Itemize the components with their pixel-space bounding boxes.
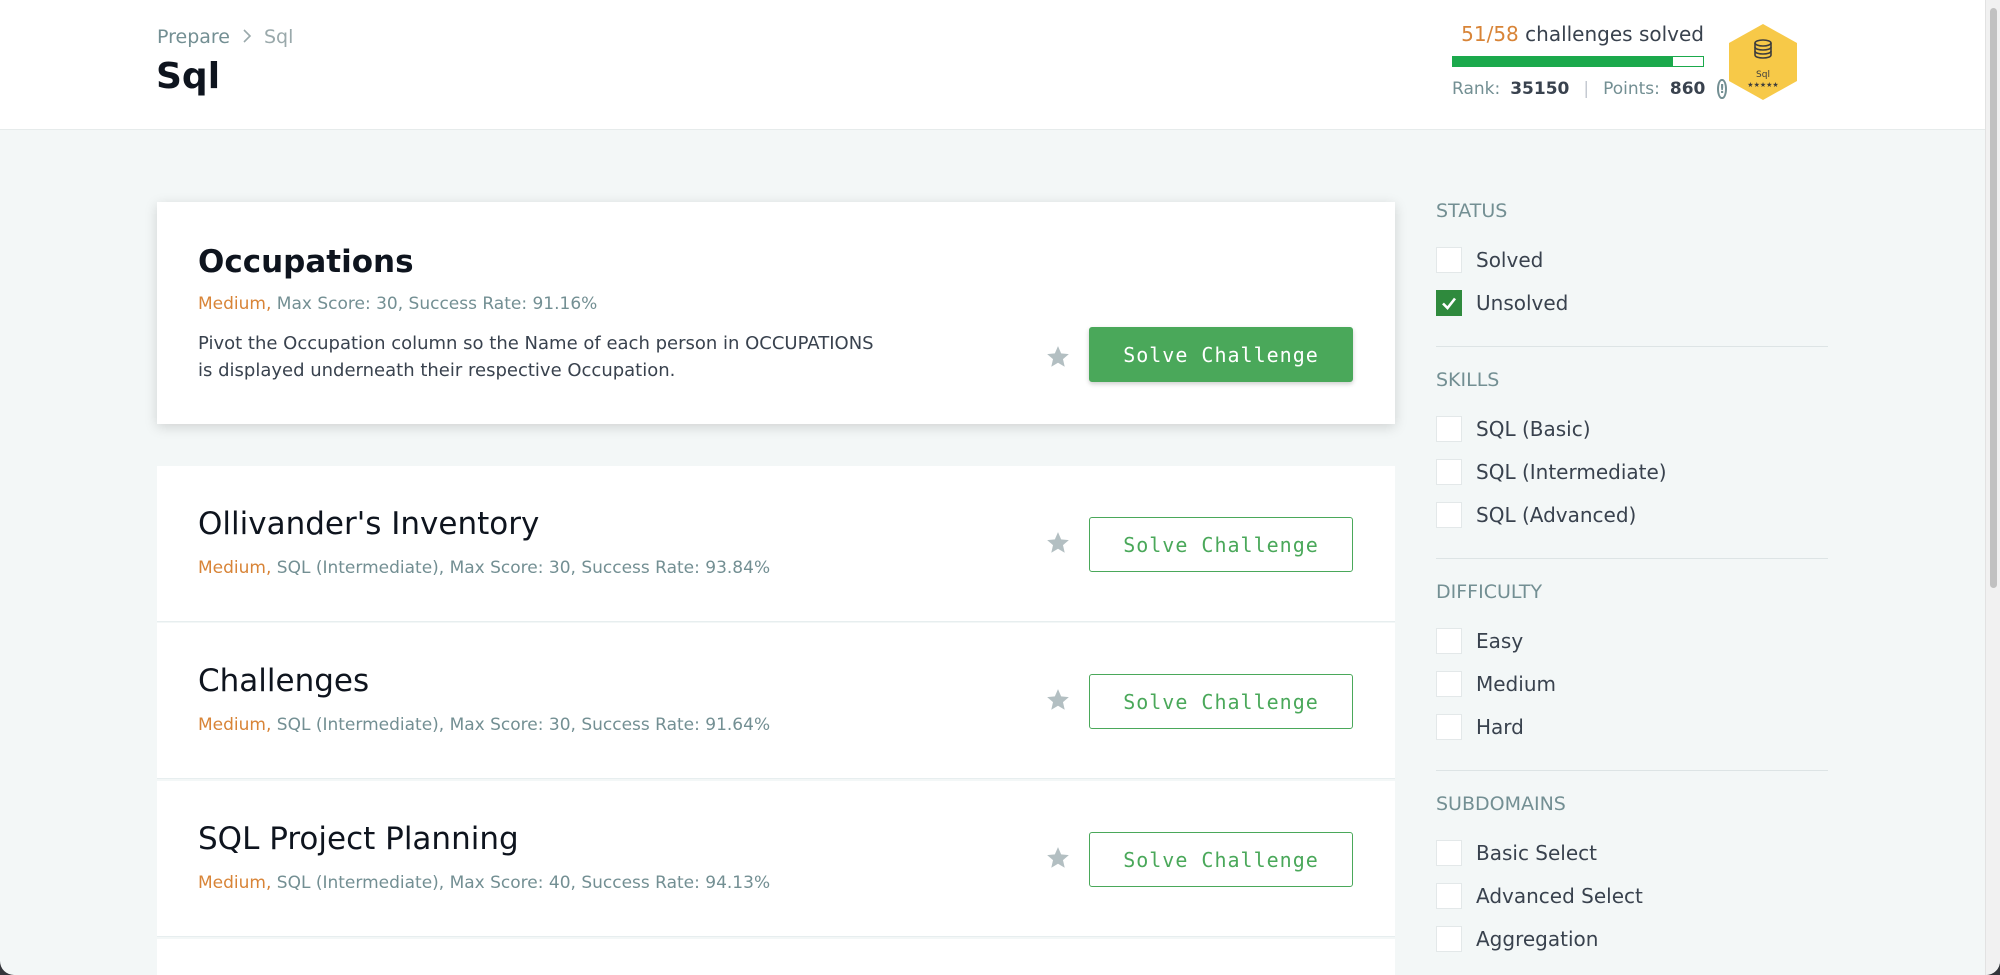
star-icon[interactable] (1045, 344, 1071, 370)
filters-sidebar: STATUS Solved Unsolved SKILLS SQL (Basic… (1436, 200, 1828, 975)
filter-difficulty: DIFFICULTY Easy Medium Hard (1436, 581, 1828, 771)
challenge-meta: Medium, Max Score: 30, Success Rate: 91.… (198, 294, 597, 314)
challenge-card-sql-project-planning[interactable]: SQL Project Planning Medium, SQL (Interm… (157, 781, 1395, 937)
rank-points-line: Rank: 35150 | Points: 860 ! (1452, 79, 1727, 99)
filter-label: Solved (1476, 247, 1544, 272)
star-icon[interactable] (1045, 845, 1071, 871)
filter-label: SQL (Advanced) (1476, 502, 1637, 527)
filter-option-sql-basic[interactable]: SQL (Basic) (1436, 407, 1828, 450)
difficulty-label: Medium, (198, 558, 272, 578)
filter-option-advanced-select[interactable]: Advanced Select (1436, 874, 1828, 917)
checkbox[interactable] (1436, 501, 1462, 528)
solved-count-text: 51/58 challenges solved (1452, 22, 1704, 46)
filter-heading: DIFFICULTY (1436, 581, 1543, 603)
filter-option-hard[interactable]: Hard (1436, 705, 1828, 748)
filter-label: Advanced Select (1476, 883, 1643, 908)
challenge-title[interactable]: Ollivander's Inventory (198, 506, 539, 542)
vertical-scrollbar[interactable] (1985, 0, 2000, 975)
solve-challenge-button[interactable]: Solve Challenge (1089, 832, 1353, 887)
checkbox[interactable] (1436, 882, 1462, 909)
filter-status: STATUS Solved Unsolved (1436, 200, 1828, 347)
progress-summary: 51/58 challenges solved Rank: 35150 | Po… (1452, 22, 1727, 99)
checkbox[interactable] (1436, 713, 1462, 740)
filter-option-aggregation[interactable]: Aggregation (1436, 917, 1828, 960)
checkbox[interactable] (1436, 925, 1462, 952)
points-value: 860 (1669, 79, 1706, 99)
challenge-meta-text: SQL (Intermediate), Max Score: 30, Succe… (271, 558, 771, 578)
rank-label: Rank: (1452, 79, 1501, 99)
filter-label: Hard (1476, 714, 1524, 739)
progress-bar-fill (1453, 57, 1673, 66)
filter-option-sql-intermediate[interactable]: SQL (Intermediate) (1436, 450, 1828, 493)
checkbox[interactable] (1436, 670, 1462, 697)
filter-option-solved[interactable]: Solved (1436, 238, 1828, 281)
progress-bar (1452, 56, 1704, 67)
filter-option-medium[interactable]: Medium (1436, 662, 1828, 705)
solve-challenge-button[interactable]: Solve Challenge (1089, 327, 1353, 382)
filter-label: Medium (1476, 671, 1556, 696)
challenge-meta: Medium, SQL (Intermediate), Max Score: 3… (198, 715, 770, 735)
challenge-card-challenges[interactable]: Challenges Medium, SQL (Intermediate), M… (157, 623, 1395, 779)
challenge-title[interactable]: Occupations (198, 244, 414, 280)
filter-label: Easy (1476, 628, 1524, 653)
sql-badge[interactable]: Sql ★★★★★ (1727, 22, 1799, 102)
filter-option-easy[interactable]: Easy (1436, 619, 1828, 662)
filter-label: SQL (Basic) (1476, 416, 1591, 441)
checkbox[interactable] (1436, 627, 1462, 654)
challenge-card-occupations[interactable]: Occupations Medium, Max Score: 30, Succe… (157, 202, 1395, 424)
page-title: Sql (156, 56, 221, 97)
challenge-meta: Medium, SQL (Intermediate), Max Score: 3… (198, 558, 770, 578)
filter-label: Unsolved (1476, 290, 1569, 315)
filter-label: Aggregation (1476, 926, 1599, 951)
solve-challenge-button[interactable]: Solve Challenge (1089, 674, 1353, 729)
solved-label: challenges solved (1525, 22, 1704, 46)
points-label: Points: (1603, 79, 1660, 99)
filter-skills: SKILLS SQL (Basic) SQL (Intermediate) SQ… (1436, 369, 1828, 559)
filter-subdomains: SUBDOMAINS Basic Select Advanced Select … (1436, 793, 1828, 975)
filter-label: Basic Select (1476, 840, 1598, 865)
checkmark-icon (1442, 297, 1457, 310)
challenge-title[interactable]: Challenges (198, 663, 369, 699)
browser-window: Prepare Sql Sql 51/58 challenges solved … (0, 0, 2000, 975)
filter-option-unsolved[interactable]: Unsolved (1436, 281, 1828, 324)
filter-heading: SUBDOMAINS (1436, 793, 1566, 815)
chevron-right-icon (242, 27, 252, 48)
rank-value: 35150 (1510, 79, 1570, 99)
challenge-meta-text: SQL (Intermediate), Max Score: 40, Succe… (271, 873, 771, 893)
challenge-card-partial[interactable] (157, 939, 1395, 975)
filter-label: SQL (Intermediate) (1476, 459, 1667, 484)
filter-heading: STATUS (1436, 200, 1508, 222)
challenge-meta-text: Max Score: 30, Success Rate: 91.16% (271, 294, 598, 314)
page-header: Prepare Sql Sql 51/58 challenges solved … (0, 0, 1985, 130)
checkbox[interactable] (1436, 246, 1462, 273)
breadcrumb-current: Sql (264, 26, 294, 48)
challenge-description: Pivot the Occupation column so the Name … (198, 333, 874, 381)
breadcrumb: Prepare Sql (157, 26, 293, 48)
filter-option-basic-select[interactable]: Basic Select (1436, 831, 1828, 874)
badge-stars: ★★★★★ (1747, 81, 1778, 89)
info-icon[interactable]: ! (1717, 79, 1727, 99)
filter-option-sql-advanced[interactable]: SQL (Advanced) (1436, 493, 1828, 536)
difficulty-label: Medium, (198, 873, 272, 893)
filter-heading: SKILLS (1436, 369, 1500, 391)
solved-count: 51/58 (1461, 22, 1519, 46)
challenge-meta: Medium, SQL (Intermediate), Max Score: 4… (198, 873, 770, 893)
challenge-meta-text: SQL (Intermediate), Max Score: 30, Succe… (271, 715, 771, 735)
challenge-title[interactable]: SQL Project Planning (198, 821, 519, 857)
challenge-card-ollivanders-inventory[interactable]: Ollivander's Inventory Medium, SQL (Inte… (157, 466, 1395, 622)
difficulty-label: Medium, (198, 294, 272, 314)
checkbox[interactable] (1436, 415, 1462, 442)
star-icon[interactable] (1045, 687, 1071, 713)
checkbox[interactable] (1436, 839, 1462, 866)
solve-challenge-button[interactable]: Solve Challenge (1089, 517, 1353, 572)
star-icon[interactable] (1045, 530, 1071, 556)
checkbox-checked[interactable] (1436, 289, 1462, 316)
scrollbar-thumb[interactable] (1990, 8, 1997, 588)
checkbox[interactable] (1436, 458, 1462, 485)
breadcrumb-prepare-link[interactable]: Prepare (157, 26, 230, 48)
badge-label: Sql (1756, 70, 1770, 80)
separator: | (1583, 79, 1590, 99)
difficulty-label: Medium, (198, 715, 272, 735)
